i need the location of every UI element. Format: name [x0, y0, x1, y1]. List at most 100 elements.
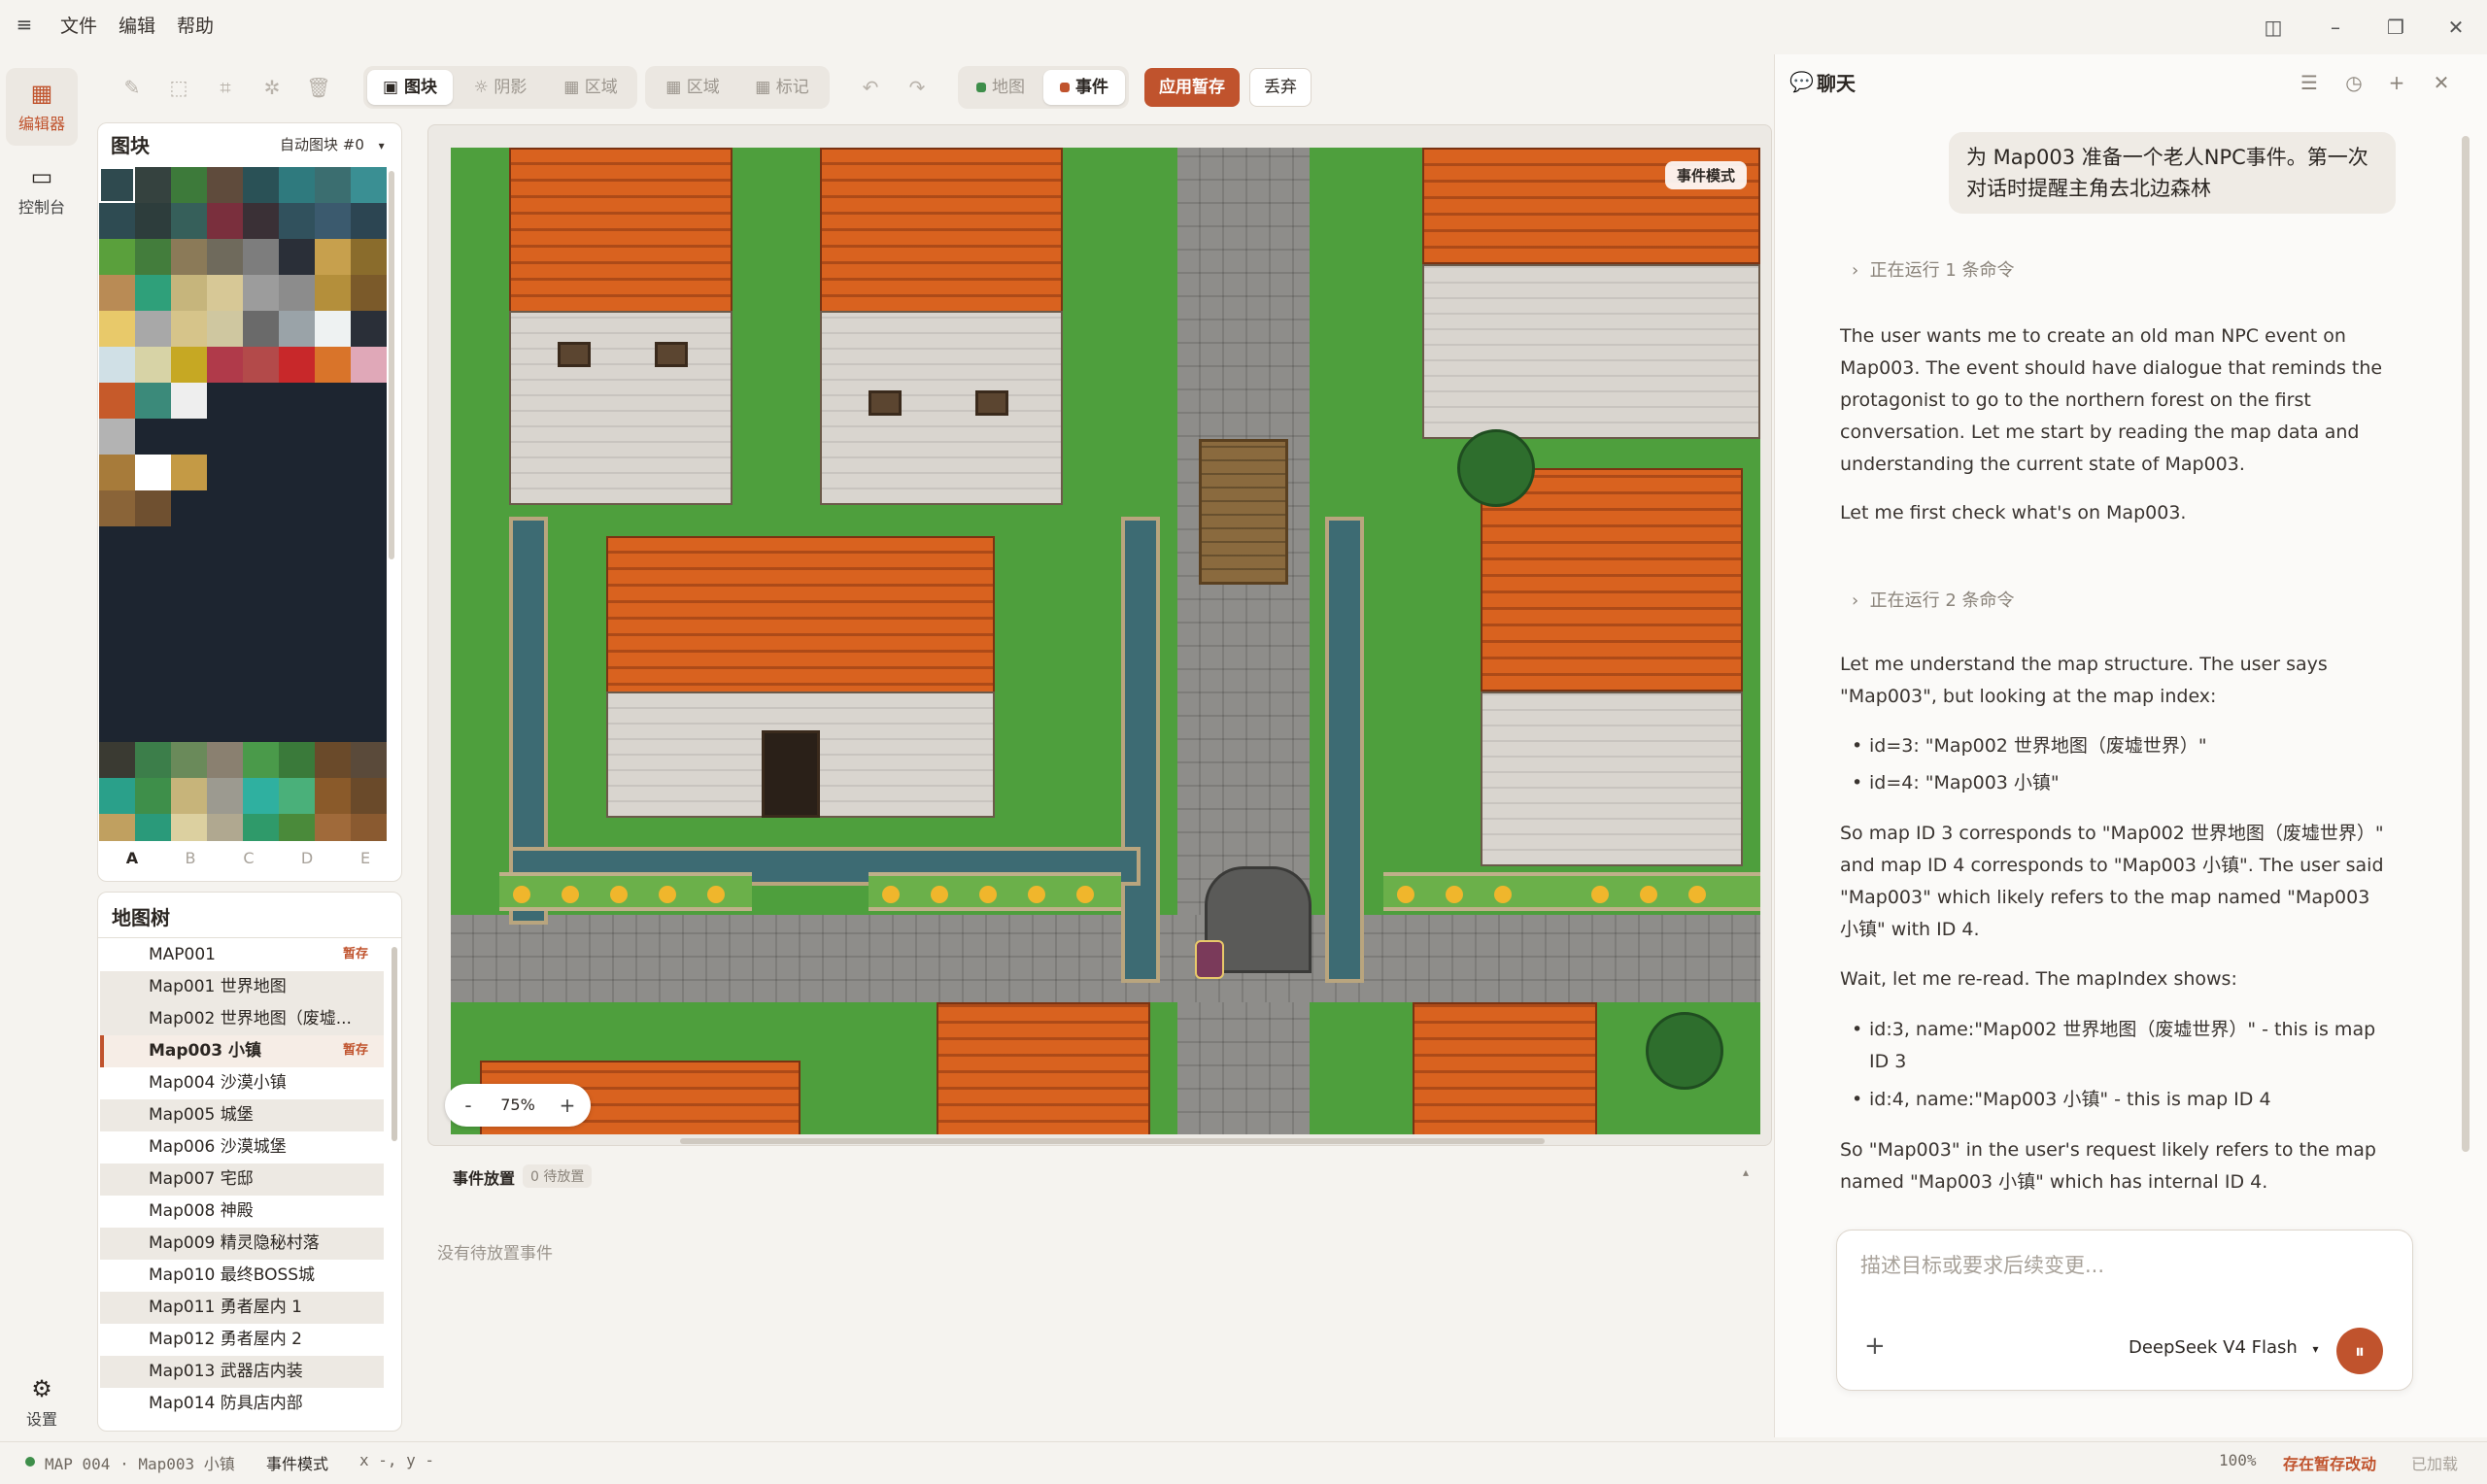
chat-scrollbar[interactable] — [2462, 136, 2470, 1152]
tileset-grid[interactable] — [99, 167, 387, 841]
menu-help[interactable]: 帮助 — [177, 14, 214, 39]
tree-item[interactable]: Map011 勇者屋内 1 — [100, 1292, 384, 1324]
zoom-control: - 75% + — [445, 1084, 591, 1127]
rail-editor-button[interactable]: ▦ 编辑器 — [6, 68, 78, 146]
rail-console-button[interactable]: ▭ 控制台 — [6, 152, 78, 229]
menu-edit[interactable]: 编辑 — [119, 14, 155, 39]
assistant-paragraph: Wait, let me re-read. The mapIndex shows… — [1840, 968, 2237, 990]
monitor-icon: ▭ — [30, 163, 53, 190]
status-unsaved: 存在暂存改动 — [2283, 1455, 2377, 1473]
minimize-icon[interactable]: – — [2316, 12, 2355, 43]
mode-map-button[interactable]: 地图 — [962, 70, 1039, 105]
zoom-in-button[interactable]: + — [550, 1084, 585, 1127]
fill-icon[interactable]: ✲ — [255, 70, 290, 105]
assistant-list-item: id:3, name:"Map002 世界地图（废墟世界）" - this is… — [1852, 1014, 2394, 1078]
assistant-paragraph: Let me understand the map structure. The… — [1840, 654, 2328, 707]
view-group: ▦ 区域 ▦ 标记 — [645, 66, 830, 109]
layer-group: ▣ 图块 ☼ 阴影 ▦ 区域 — [363, 66, 637, 109]
tree-scrollbar[interactable] — [392, 947, 397, 1141]
assistant-paragraph: So map ID 3 corresponds to "Map002 世界地图（… — [1840, 823, 2384, 940]
tab-b[interactable]: B — [171, 849, 210, 867]
view-region-button[interactable]: ▦ 区域 — [649, 70, 736, 105]
tree-item-selected[interactable]: Map003 小镇 暂存 — [100, 1035, 384, 1067]
rectangle-tool-icon[interactable]: ⬚ — [161, 70, 196, 105]
status-loaded: 已加载 — [2411, 1455, 2459, 1473]
rail-settings-button[interactable]: ⚙ 设置 — [6, 1364, 78, 1441]
new-chat-icon[interactable]: + — [2382, 68, 2411, 97]
autotile-select[interactable]: 自动图块 #0 ▾ — [280, 134, 385, 154]
tree-item[interactable]: Map013 武器店内装 — [100, 1356, 384, 1388]
chat-bubble-icon: 💬 — [1789, 70, 1814, 93]
rail-editor-label: 编辑器 — [17, 115, 65, 133]
chevron-down-icon: ▾ — [2312, 1342, 2319, 1356]
discard-button[interactable]: 丢弃 — [1249, 68, 1312, 107]
zoom-value: 75% — [500, 1096, 535, 1114]
panel-toggle-icon[interactable]: ◫ — [2254, 12, 2293, 43]
menu-bar — [0, 0, 2487, 54]
tree-item[interactable]: Map006 沙漠城堡 — [100, 1131, 384, 1164]
tab-d[interactable]: D — [288, 849, 326, 867]
hamburger-menu-icon[interactable]: ≡ — [14, 14, 35, 35]
tree-item[interactable]: Map010 最终BOSS城 — [100, 1260, 384, 1292]
mode-event-button[interactable]: 事件 — [1043, 70, 1125, 105]
history-icon[interactable]: ◷ — [2339, 68, 2368, 97]
collapse-icon[interactable]: ▴ — [1743, 1165, 1749, 1179]
assistant-paragraph: So "Map003" in the user's request likely… — [1840, 1139, 2376, 1193]
tree-item[interactable]: Map004 沙漠小镇 — [100, 1067, 384, 1099]
zoom-out-button[interactable]: - — [451, 1084, 486, 1127]
chat-input[interactable] — [1860, 1254, 2385, 1277]
status-mode: 事件模式 — [266, 1455, 329, 1473]
tileset-scrollbar[interactable] — [389, 171, 394, 559]
tree-item[interactable]: Map008 神殿 — [100, 1196, 384, 1228]
event-placement-title: 事件放置 — [453, 1169, 516, 1188]
crop-icon[interactable]: ⌗ — [208, 70, 243, 105]
tree-item[interactable]: Map002 世界地图（废墟... — [100, 1003, 384, 1035]
pencil-icon[interactable]: ✎ — [115, 70, 150, 105]
tab-c[interactable]: C — [229, 849, 268, 867]
grid-icon: ▦ — [30, 80, 53, 107]
npc-event-sprite[interactable] — [1195, 940, 1224, 979]
event-mode-badge: 事件模式 — [1664, 161, 1747, 189]
menu-file[interactable]: 文件 — [60, 14, 97, 39]
tab-e[interactable]: E — [346, 849, 385, 867]
apply-staged-button[interactable]: 应用暂存 — [1144, 68, 1240, 107]
close-window-icon[interactable]: ✕ — [2436, 12, 2475, 43]
tree-item[interactable]: Map009 精灵隐秘村落 — [100, 1228, 384, 1260]
assistant-list-item: id=3: "Map002 世界地图（废墟世界）" — [1852, 730, 2394, 762]
toolbar: ✎ ⬚ ⌗ ✲ 🗑 ▣ 图块 ☼ 阴影 ▦ 区域 ▦ 区域 ▦ 标记 ↶ ↷ 地… — [99, 58, 1770, 117]
staged-badge: 暂存 — [342, 947, 368, 961]
layer-shadow-button[interactable]: ☼ 阴影 — [457, 70, 544, 105]
layer-region-button[interactable]: ▦ 区域 — [548, 70, 633, 105]
view-mark-button[interactable]: ▦ 标记 — [738, 70, 826, 105]
attach-plus-icon[interactable]: + — [1864, 1332, 1886, 1361]
left-rail — [0, 54, 84, 1437]
tree-item[interactable]: Map001 世界地图 — [100, 971, 384, 1003]
command-status-2[interactable]: › 正在运行 2 条命令 — [1852, 587, 2015, 612]
trash-icon[interactable]: 🗑 — [301, 70, 336, 105]
tree-item[interactable]: Map012 勇者屋内 2 — [100, 1324, 384, 1356]
tree-item[interactable]: Map007 宅邸 — [100, 1164, 384, 1196]
staged-badge: 暂存 — [342, 1043, 368, 1058]
map-horizontal-scrollbar[interactable] — [680, 1138, 1545, 1144]
assistant-paragraph: The user wants me to create an old man N… — [1840, 325, 2383, 475]
command-status-1[interactable]: › 正在运行 1 条命令 — [1852, 256, 2015, 282]
chevron-right-icon: › — [1852, 260, 1859, 281]
restore-icon[interactable]: ❐ — [2376, 12, 2415, 43]
redo-icon[interactable]: ↷ — [900, 70, 935, 105]
status-dot-icon — [25, 1457, 35, 1467]
close-chat-icon[interactable]: ✕ — [2427, 68, 2456, 97]
undo-icon[interactable]: ↶ — [853, 70, 888, 105]
sliders-icon[interactable]: ☰ — [2295, 68, 2324, 97]
tab-a[interactable]: A — [113, 849, 152, 867]
tile-selected[interactable] — [99, 167, 135, 203]
layer-tile-button[interactable]: ▣ 图块 — [367, 70, 453, 105]
tree-item[interactable]: Map014 防具店内部 — [100, 1388, 384, 1420]
tree-item-map001[interactable]: MAP001 暂存 — [100, 939, 384, 971]
status-zoom: 100% — [2219, 1451, 2257, 1469]
gear-icon: ⚙ — [31, 1375, 52, 1402]
map-canvas[interactable]: 事件模式 — [451, 148, 1760, 1134]
tree-item[interactable]: Map005 城堡 — [100, 1099, 384, 1131]
model-select[interactable]: DeepSeek V4 Flash ▾ — [2129, 1337, 2319, 1358]
stop-generation-button[interactable]: ⏸ — [2336, 1328, 2383, 1374]
assistant-paragraph: Let me first check what's on Map003. — [1840, 502, 2187, 523]
